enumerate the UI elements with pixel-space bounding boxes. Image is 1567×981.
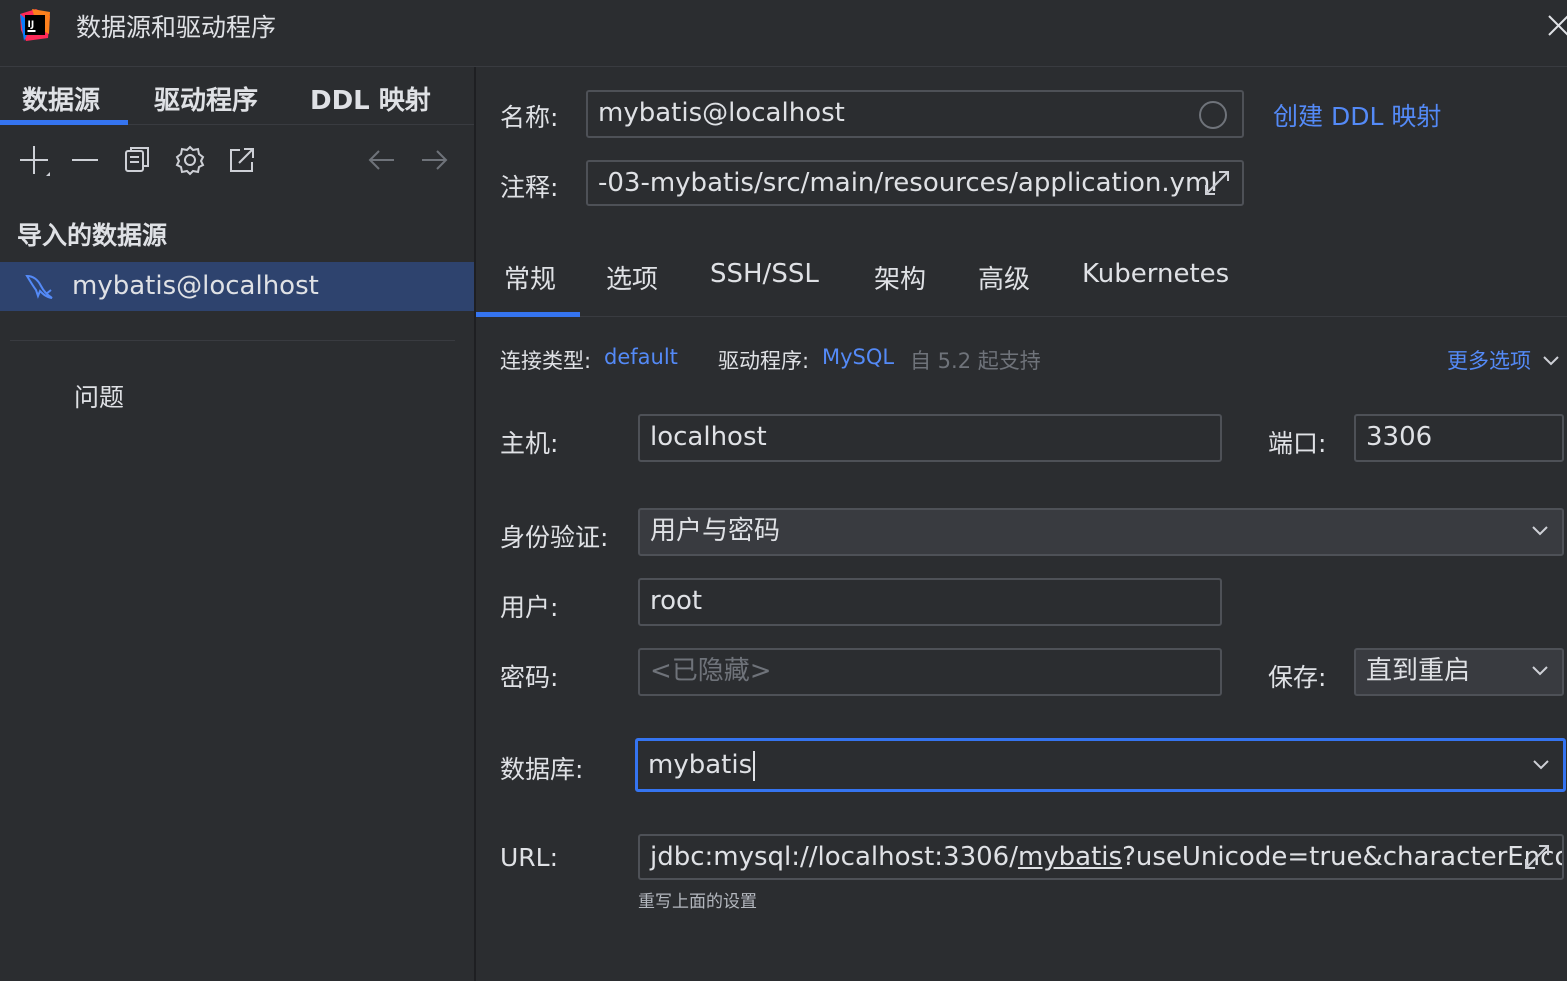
window-title: 数据源和驱动程序 — [76, 13, 277, 42]
connection-type-label: 连接类型: — [500, 349, 592, 373]
auth-label: 身份验证: — [500, 523, 609, 552]
url-label: URL: — [500, 843, 559, 872]
url-prefix: jdbc:mysql://localhost:3306/ — [650, 842, 1018, 872]
imported-datasources-header: 导入的数据源 — [17, 221, 168, 250]
active-tab-underline — [0, 120, 128, 125]
create-ddl-mapping-link[interactable]: 创建 DDL 映射 — [1273, 97, 1441, 133]
left-panel — [0, 67, 476, 981]
save-label: 保存: — [1268, 663, 1327, 692]
name-value: mybatis@localhost — [598, 98, 845, 128]
port-value: 3306 — [1366, 422, 1433, 452]
tab-advanced[interactable]: 高级 — [978, 259, 1030, 296]
password-placeholder: <已隐藏> — [650, 656, 772, 686]
host-label: 主机: — [500, 429, 559, 458]
left-separator — [10, 340, 455, 341]
intellij-logo-icon: IJ — [20, 9, 50, 41]
duplicate-icon[interactable] — [122, 144, 154, 176]
database-value: mybatis — [648, 750, 753, 780]
password-label: 密码: — [500, 663, 559, 692]
tab-options[interactable]: 选项 — [606, 259, 658, 296]
url-override-hint: 重写上面的设置 — [638, 892, 757, 912]
gear-icon[interactable] — [174, 144, 206, 176]
right-tab-divider — [476, 316, 1567, 317]
database-combo[interactable]: mybatis — [635, 738, 1566, 792]
driver-note: 自 5.2 起支持 — [910, 349, 1041, 373]
tab-ddl-mappings[interactable]: DDL 映射 — [310, 80, 431, 117]
comment-value: -03-mybatis/src/main/resources/applicati… — [598, 168, 1218, 198]
chevron-down-icon — [1542, 356, 1559, 366]
chevron-down-icon — [1533, 760, 1549, 770]
user-input[interactable]: root — [638, 578, 1222, 626]
database-label: 数据库: — [500, 755, 584, 784]
save-value: 直到重启 — [1366, 656, 1471, 686]
user-label: 用户: — [500, 593, 559, 622]
port-label: 端口: — [1268, 429, 1327, 458]
host-input[interactable]: localhost — [638, 414, 1222, 462]
more-options-label: 更多选项 — [1447, 349, 1531, 373]
chevron-down-icon — [1532, 666, 1548, 676]
text-caret — [753, 750, 756, 781]
comment-input[interactable]: -03-mybatis/src/main/resources/applicati… — [586, 160, 1244, 206]
port-input[interactable]: 3306 — [1354, 414, 1564, 462]
open-external-icon[interactable] — [226, 144, 258, 176]
mysql-dolphin-icon — [25, 274, 53, 299]
name-label: 名称: — [500, 103, 559, 132]
password-input[interactable]: <已隐藏> — [638, 648, 1222, 696]
expand-icon[interactable] — [1202, 168, 1232, 198]
active-right-tab-underline — [476, 312, 580, 317]
problems-item[interactable]: 问题 — [74, 378, 124, 414]
svg-text:IJ: IJ — [28, 20, 35, 30]
remove-icon[interactable] — [70, 144, 102, 176]
url-input[interactable]: jdbc:mysql://localhost:3306/mybatis?useU… — [638, 834, 1564, 880]
auth-value: 用户与密码 — [650, 516, 781, 546]
save-select[interactable]: 直到重启 — [1354, 648, 1564, 696]
arrow-right-icon[interactable] — [418, 144, 450, 176]
tab-datasources[interactable]: 数据源 — [22, 80, 100, 117]
comment-label: 注释: — [500, 173, 559, 202]
tab-schemas[interactable]: 架构 — [874, 259, 926, 296]
tab-general[interactable]: 常规 — [504, 259, 556, 296]
chevron-down-icon — [1532, 526, 1548, 536]
arrow-left-icon[interactable] — [366, 144, 398, 176]
close-icon[interactable] — [1546, 12, 1567, 40]
name-input[interactable]: mybatis@localhost — [586, 90, 1244, 138]
expand-icon[interactable] — [1522, 842, 1552, 872]
user-value: root — [650, 586, 703, 616]
url-suffix: ?useUnicode=true&characterEnco — [1122, 842, 1564, 872]
more-options-link[interactable]: 更多选项 — [1447, 345, 1560, 375]
tab-drivers[interactable]: 驱动程序 — [154, 80, 258, 117]
auth-select[interactable]: 用户与密码 — [638, 508, 1564, 556]
host-value: localhost — [650, 422, 767, 452]
tab-ssh-ssl[interactable]: SSH/SSL — [710, 259, 819, 289]
driver-value[interactable]: MySQL — [822, 345, 894, 369]
connection-type-value[interactable]: default — [604, 345, 678, 369]
driver-label: 驱动程序: — [718, 349, 810, 373]
color-circle-icon[interactable] — [1198, 100, 1228, 130]
datasource-label[interactable]: mybatis@localhost — [72, 271, 319, 301]
add-icon[interactable] — [18, 144, 50, 176]
tab-kubernetes[interactable]: Kubernetes — [1082, 259, 1229, 289]
url-database-part: mybatis — [1017, 842, 1123, 872]
